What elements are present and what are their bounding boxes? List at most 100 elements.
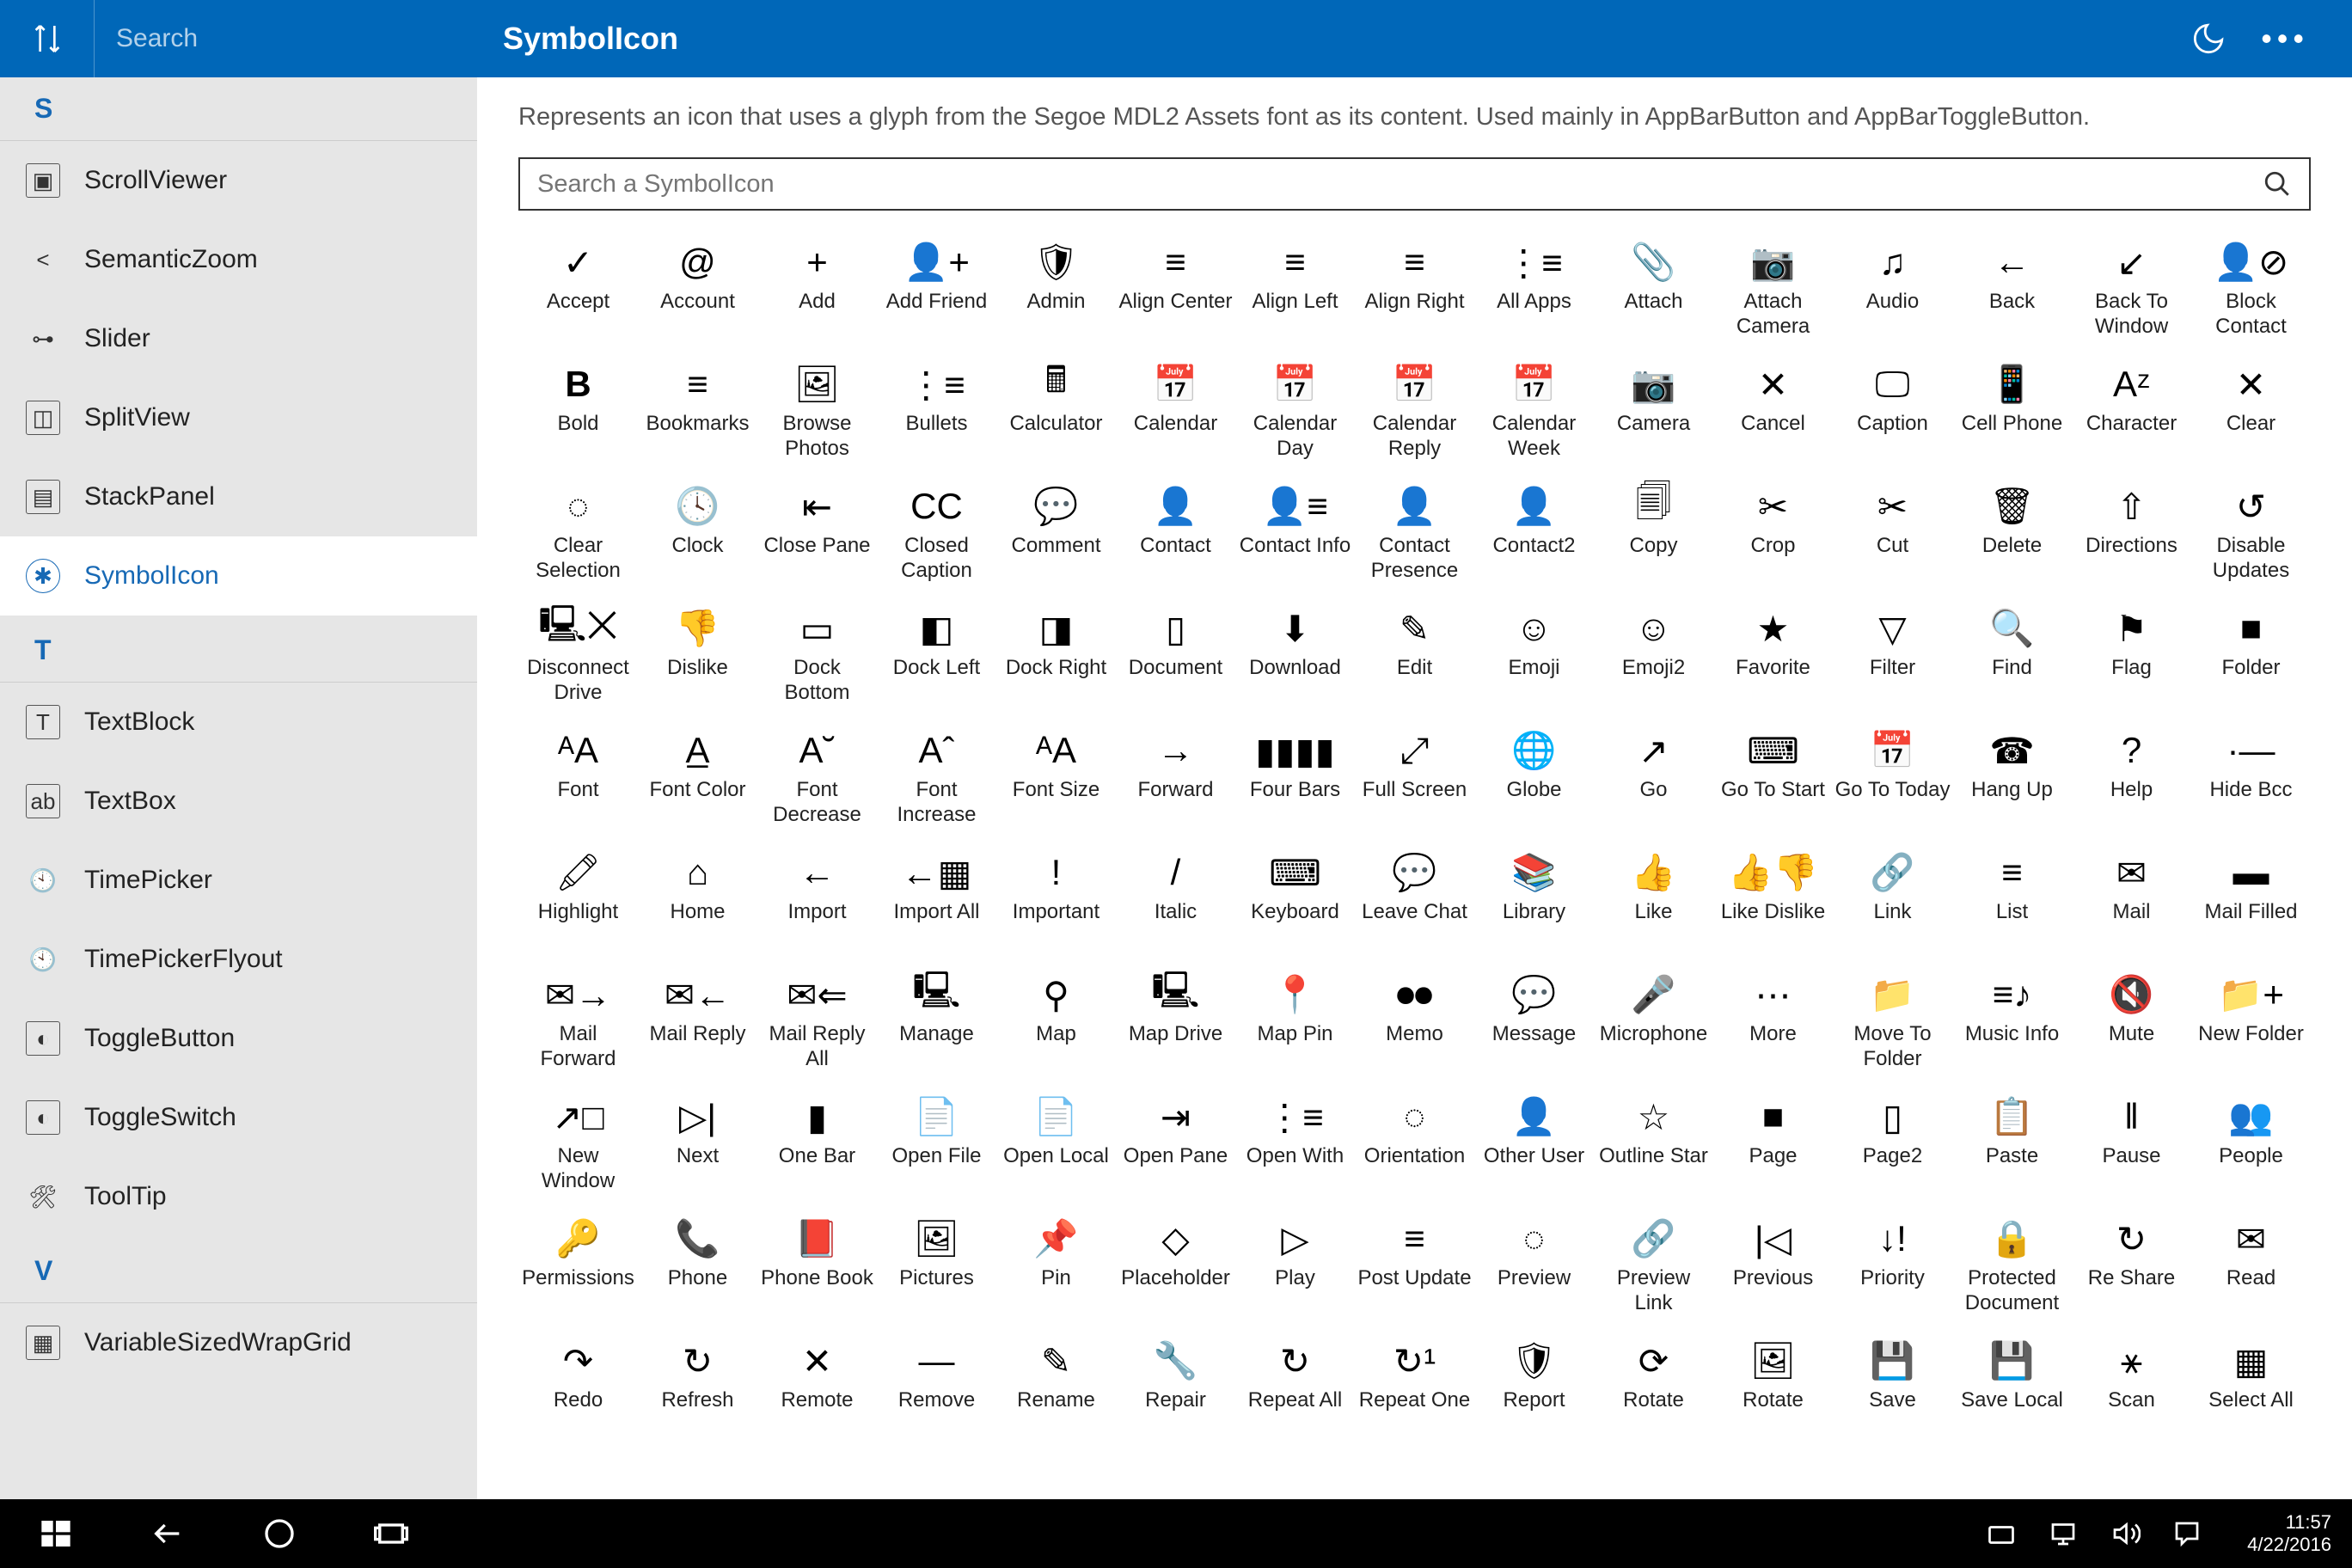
symbol-cut[interactable]: ✂Cut: [1833, 479, 1952, 589]
symbol-keyboard[interactable]: ⌨Keyboard: [1235, 845, 1355, 955]
sort-button[interactable]: [0, 0, 95, 77]
symbol-delete[interactable]: 🗑Delete: [1952, 479, 2072, 589]
symbol-search-box[interactable]: [518, 157, 2311, 211]
symbol-move-to-folder[interactable]: 📁Move To Folder: [1833, 967, 1952, 1077]
symbol-back[interactable]: ←Back: [1952, 235, 2072, 345]
symbol-add[interactable]: +Add: [757, 235, 877, 345]
symbol-mail-reply[interactable]: ✉←Mail Reply: [638, 967, 757, 1077]
symbol-go[interactable]: ↗Go: [1594, 723, 1713, 833]
symbol-document[interactable]: ▯Document: [1116, 601, 1235, 711]
start-button[interactable]: [0, 1499, 112, 1568]
sidebar-item-timepicker[interactable]: 🕙TimePicker: [0, 841, 477, 920]
symbol-like-dislike[interactable]: 👍👎Like Dislike: [1713, 845, 1833, 955]
symbol-post-update[interactable]: ≡Post Update: [1355, 1211, 1474, 1321]
symbol-cell-phone[interactable]: 📱Cell Phone: [1952, 357, 2072, 467]
more-button[interactable]: •••: [2261, 21, 2309, 57]
symbol-remove[interactable]: —Remove: [877, 1333, 996, 1443]
symbol-font-size[interactable]: ᴬAFont Size: [996, 723, 1116, 833]
symbol-calendar-reply[interactable]: 📅Calendar Reply: [1355, 357, 1474, 467]
symbol-attach-camera[interactable]: 📷Attach Camera: [1713, 235, 1833, 345]
symbol-import-all[interactable]: ←▦Import All: [877, 845, 996, 955]
sidebar-item-scrollviewer[interactable]: ▣ScrollViewer: [0, 141, 477, 220]
symbol-open-pane[interactable]: ⇥Open Pane: [1116, 1089, 1235, 1199]
symbol-pin[interactable]: 📌Pin: [996, 1211, 1116, 1321]
tray-volume-icon[interactable]: [2110, 1518, 2141, 1549]
symbol-phone-book[interactable]: 📕Phone Book: [757, 1211, 877, 1321]
symbol-caption[interactable]: 🖵Caption: [1833, 357, 1952, 467]
symbol-leave-chat[interactable]: 💬Leave Chat: [1355, 845, 1474, 955]
symbol-page2[interactable]: ▯Page2: [1833, 1089, 1952, 1199]
sidebar-item-variablesizedwrapgrid[interactable]: ▦VariableSizedWrapGrid: [0, 1303, 477, 1382]
symbol-clock[interactable]: 🕓Clock: [638, 479, 757, 589]
sidebar-item-slider[interactable]: ⊶Slider: [0, 299, 477, 378]
symbol-closed-caption[interactable]: CCClosed Caption: [877, 479, 996, 589]
sidebar-letter-v[interactable]: V: [0, 1240, 477, 1303]
symbol-font-decrease[interactable]: A˘Font Decrease: [757, 723, 877, 833]
symbol-report[interactable]: 🛡Report: [1474, 1333, 1594, 1443]
symbol-pause[interactable]: ‖Pause: [2072, 1089, 2191, 1199]
symbol-map-pin[interactable]: 📍Map Pin: [1235, 967, 1355, 1077]
symbol-new-window[interactable]: ↗□New Window: [518, 1089, 638, 1199]
theme-toggle[interactable]: [2190, 21, 2226, 57]
sidebar-item-tooltip[interactable]: 🛠ToolTip: [0, 1157, 477, 1236]
symbol-repeat-one[interactable]: ↻¹Repeat One: [1355, 1333, 1474, 1443]
symbol-open-local[interactable]: 📄Open Local: [996, 1089, 1116, 1199]
symbol-message[interactable]: 💬Message: [1474, 967, 1594, 1077]
symbol-previous[interactable]: |◁Previous: [1713, 1211, 1833, 1321]
symbol-contact-presence[interactable]: 👤Contact Presence: [1355, 479, 1474, 589]
symbol-back-to-window[interactable]: ↙Back To Window: [2072, 235, 2191, 345]
symbol-emoji[interactable]: ☺Emoji: [1474, 601, 1594, 711]
symbol-scan[interactable]: ⚹Scan: [2072, 1333, 2191, 1443]
symbol-all-apps[interactable]: ⋮≡All Apps: [1474, 235, 1594, 345]
symbol-paste[interactable]: 📋Paste: [1952, 1089, 2072, 1199]
symbol-admin[interactable]: 🛡Admin: [996, 235, 1116, 345]
symbol-folder[interactable]: ■Folder: [2191, 601, 2311, 711]
symbol-bookmarks[interactable]: ≡Bookmarks: [638, 357, 757, 467]
symbol-outline-star[interactable]: ☆Outline Star: [1594, 1089, 1713, 1199]
symbol-find[interactable]: 🔍Find: [1952, 601, 2072, 711]
symbol-placeholder[interactable]: ◇Placeholder: [1116, 1211, 1235, 1321]
sidebar-item-toggleswitch[interactable]: ◐ToggleSwitch: [0, 1078, 477, 1157]
symbol-favorite[interactable]: ★Favorite: [1713, 601, 1833, 711]
symbol-map-drive[interactable]: 🖳Map Drive: [1116, 967, 1235, 1077]
symbol-next[interactable]: ▷|Next: [638, 1089, 757, 1199]
symbol-calendar-day[interactable]: 📅Calendar Day: [1235, 357, 1355, 467]
symbol-save-local[interactable]: 💾Save Local: [1952, 1333, 2072, 1443]
tray-network-icon[interactable]: [2048, 1518, 2079, 1549]
symbol-mail-forward[interactable]: ✉→Mail Forward: [518, 967, 638, 1077]
symbol-copy[interactable]: 🗐Copy: [1594, 479, 1713, 589]
symbol-open-file[interactable]: 📄Open File: [877, 1089, 996, 1199]
symbol-align-right[interactable]: ≡Align Right: [1355, 235, 1474, 345]
symbol-crop[interactable]: ✂Crop: [1713, 479, 1833, 589]
symbol-clear[interactable]: ✕Clear: [2191, 357, 2311, 467]
symbol-play[interactable]: ▷Play: [1235, 1211, 1355, 1321]
symbol-priority[interactable]: ↓!Priority: [1833, 1211, 1952, 1321]
symbol-add-friend[interactable]: 👤+Add Friend: [877, 235, 996, 345]
symbol-align-left[interactable]: ≡Align Left: [1235, 235, 1355, 345]
symbol-dock-right[interactable]: ◨Dock Right: [996, 601, 1116, 711]
symbol-pictures[interactable]: 🖼Pictures: [877, 1211, 996, 1321]
symbol-contact-info[interactable]: 👤≡Contact Info: [1235, 479, 1355, 589]
symbol-people[interactable]: 👥People: [2191, 1089, 2311, 1199]
sidebar-letter-t[interactable]: T: [0, 619, 477, 683]
symbol-italic[interactable]: /Italic: [1116, 845, 1235, 955]
symbol-account[interactable]: @Account: [638, 235, 757, 345]
symbol-manage[interactable]: 🖳Manage: [877, 967, 996, 1077]
symbol-font-color[interactable]: A̲Font Color: [638, 723, 757, 833]
symbol-rotate[interactable]: ⟳Rotate: [1594, 1333, 1713, 1443]
symbol-hide-bcc[interactable]: ·—Hide Bcc: [2191, 723, 2311, 833]
symbol-select-all[interactable]: ▦Select All: [2191, 1333, 2311, 1443]
symbol-contact2[interactable]: 👤Contact2: [1474, 479, 1594, 589]
symbol-emoji2[interactable]: ☺Emoji2: [1594, 601, 1713, 711]
symbol-bullets[interactable]: ⋮≡Bullets: [877, 357, 996, 467]
symbol-calendar[interactable]: 📅Calendar: [1116, 357, 1235, 467]
symbol-more[interactable]: ⋯More: [1713, 967, 1833, 1077]
symbol-rename[interactable]: ✎Rename: [996, 1333, 1116, 1443]
symbol-calendar-week[interactable]: 📅Calendar Week: [1474, 357, 1594, 467]
sidebar-item-symbolicon[interactable]: ✱SymbolIcon: [0, 536, 477, 616]
symbol-list[interactable]: ≡List: [1952, 845, 2072, 955]
task-view-button[interactable]: [335, 1499, 447, 1568]
symbol-clear-selection[interactable]: ◌Clear Selection: [518, 479, 638, 589]
symbol-mute[interactable]: 🔇Mute: [2072, 967, 2191, 1077]
cortana-button[interactable]: [224, 1499, 335, 1568]
